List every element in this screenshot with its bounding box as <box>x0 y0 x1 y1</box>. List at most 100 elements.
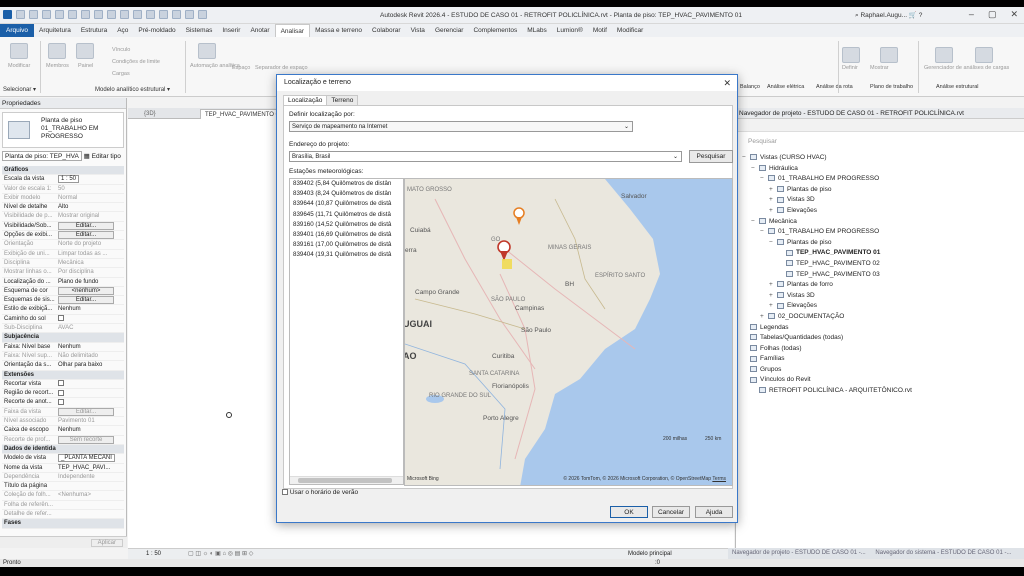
property-edit-button[interactable]: Editar... <box>58 221 114 230</box>
show-icon[interactable] <box>880 47 898 63</box>
property-row[interactable]: Recorte de anot... <box>2 398 124 408</box>
save-icon[interactable] <box>29 10 38 19</box>
weather-station-item[interactable]: 839645 (11,71 Quilômetros de distâ <box>290 210 403 220</box>
ribbon-tab[interactable]: Arquitetura <box>34 24 76 37</box>
switch-windows-icon[interactable] <box>198 10 207 19</box>
property-row[interactable]: Valor de escala 1: 50 <box>2 185 124 194</box>
weather-station-pin-icon[interactable] <box>513 207 525 225</box>
expand-icon[interactable]: + <box>769 280 777 291</box>
ribbon-tab[interactable]: Arquivo <box>0 24 35 37</box>
link-label[interactable]: Vínculo <box>112 47 130 53</box>
browser-tree-item[interactable]: + Plantas de piso <box>736 185 1024 196</box>
ribbon-tab[interactable]: Motif <box>588 24 612 37</box>
modify-icon[interactable] <box>10 43 28 59</box>
ribbon-tab[interactable]: MLabs <box>522 24 552 37</box>
property-row[interactable]: Faixa: Nível base Nenhum <box>2 343 124 352</box>
property-edit-button[interactable]: Sem recorte <box>58 435 114 444</box>
property-row[interactable]: Exibir modelo Normal <box>2 194 124 204</box>
location-map[interactable]: MATO GROSSO Salvador Cuiabá GO MINAS GER… <box>404 178 733 486</box>
property-row[interactable]: Escala da vista 1 : 50 <box>2 175 124 185</box>
property-edit-button[interactable]: Editar... <box>58 407 114 416</box>
collapse-icon[interactable]: − <box>760 174 768 185</box>
results-navigator-icon[interactable] <box>975 47 993 63</box>
ribbon-tab[interactable]: Inserir <box>217 24 245 37</box>
ribbon-tab[interactable]: Lumion® <box>552 24 588 37</box>
property-row[interactable]: Esquemas de sis... Editar... <box>2 296 124 306</box>
weather-station-item[interactable]: 839403 (8,24 Quilômetros de distân <box>290 189 403 199</box>
ribbon-tab[interactable]: Colaborar <box>367 24 406 37</box>
cart-icon[interactable]: 🛒 <box>909 12 917 19</box>
collapse-icon[interactable]: − <box>769 238 777 249</box>
property-row[interactable]: Opções de exibi... Editar... <box>2 231 124 241</box>
browser-tree-item[interactable]: + Plantas de forro <box>736 280 1024 291</box>
expand-icon[interactable]: + <box>769 195 777 206</box>
user-name[interactable]: ⌕ Raphael.Augu... 🛒 ? <box>855 11 922 20</box>
cancel-button[interactable]: Cancelar <box>652 506 690 518</box>
open-icon[interactable] <box>16 10 25 19</box>
browser-tree-item[interactable]: TEP_HVAC_PAVIMENTO 01 <box>736 248 1024 259</box>
chevron-down-icon[interactable]: ⌄ <box>673 152 678 162</box>
property-row[interactable]: Localização do ... Plano de fundo <box>2 278 124 287</box>
expand-icon[interactable]: + <box>769 291 777 302</box>
property-row[interactable]: Visibilidade/Sob... Editar... <box>2 221 124 232</box>
property-row[interactable]: Detalhe de refer... <box>2 510 124 520</box>
collapse-icon[interactable]: − <box>760 227 768 238</box>
analytical-automation-icon[interactable] <box>198 43 216 59</box>
analytical-model-group[interactable]: Modelo analítico estrutural ▾ <box>95 86 170 93</box>
property-row[interactable]: Nível de detalhe Alto <box>2 203 124 213</box>
ribbon-tab[interactable]: Pré-moldado <box>133 24 180 37</box>
browser-tree-item[interactable]: TEP_HVAC_PAVIMENTO 03 <box>736 270 1024 281</box>
property-edit-button[interactable]: <nenhum> <box>58 286 114 295</box>
tab-site[interactable]: Terreno <box>326 95 359 105</box>
property-section[interactable]: Fases <box>2 519 124 529</box>
browser-tree-item[interactable]: Folhas (todas) <box>736 344 1024 355</box>
property-row[interactable]: Sub-Disciplina AVAC <box>2 324 124 334</box>
edit-type-button[interactable]: ▦ Editar tipo <box>84 153 121 160</box>
ribbon-tab[interactable]: Gerenciar <box>430 24 469 37</box>
define-location-select[interactable]: Serviço de mapeamento na Internet ⌄ <box>289 121 633 132</box>
collapse-icon[interactable]: − <box>751 164 759 175</box>
property-edit-button[interactable]: Editar... <box>58 231 114 240</box>
property-row[interactable]: Nível associado Pavimento 01 <box>2 417 124 427</box>
panel-icon[interactable] <box>76 43 94 59</box>
location-pin-icon[interactable] <box>497 240 511 261</box>
help-icon[interactable]: ? <box>919 12 923 19</box>
define-icon[interactable] <box>842 47 860 63</box>
collapse-icon[interactable]: − <box>751 217 759 228</box>
select-group[interactable]: Selecionar ▾ <box>3 86 36 93</box>
dst-checkbox[interactable] <box>282 489 288 496</box>
browser-tree-item[interactable]: TEP_HVAC_PAVIMENTO 02 <box>736 259 1024 270</box>
property-row[interactable]: Orientação Norte do projeto <box>2 240 124 250</box>
browser-tree-item[interactable]: Legendas <box>736 323 1024 334</box>
property-row[interactable]: Caixa de escopo Nenhum <box>2 426 124 436</box>
property-section[interactable]: Subjacência <box>2 333 124 343</box>
property-row[interactable]: Faixa: Nível sup... Não delimitado <box>2 352 124 362</box>
revit-logo-icon[interactable] <box>3 10 12 19</box>
address-input[interactable]: Brasília, Brasil ⌄ <box>289 151 682 162</box>
ribbon-tab[interactable]: Aço <box>112 24 133 37</box>
apply-button[interactable]: Aplicar <box>90 539 123 547</box>
print-icon[interactable] <box>81 10 90 19</box>
browser-tree-item[interactable]: + Vistas 3D <box>736 291 1024 302</box>
property-section[interactable]: Extensões <box>2 370 124 380</box>
property-checkbox[interactable] <box>58 398 64 405</box>
tab-floor-plan[interactable]: TEP_HVAC_PAVIMENTO 01 <box>200 109 288 119</box>
expand-icon[interactable]: + <box>769 206 777 217</box>
browser-tree-item[interactable]: + Vistas 3D <box>736 195 1024 206</box>
collapse-icon[interactable]: − <box>742 153 750 164</box>
weather-station-item[interactable]: 839160 (14,52 Quilômetros de distâ <box>290 220 403 230</box>
property-row[interactable]: Disciplina Mecânica <box>2 259 124 269</box>
property-row[interactable]: Título da página <box>2 482 124 492</box>
property-edit-button[interactable]: Editar... <box>58 296 114 305</box>
measure-icon[interactable] <box>94 10 103 19</box>
property-row[interactable]: Caminho do sol <box>2 315 124 325</box>
ribbon-tab[interactable]: Sistemas <box>181 24 218 37</box>
property-row[interactable]: Região de recort... <box>2 389 124 399</box>
property-section[interactable]: Gráficos <box>2 166 124 176</box>
weather-station-item[interactable]: 839161 (17,00 Quilômetros de distâ <box>290 240 403 250</box>
ribbon-tab[interactable]: Analisar <box>274 24 311 37</box>
dimension-icon[interactable] <box>107 10 116 19</box>
load-analysis-manager-icon[interactable] <box>935 47 953 63</box>
thin-lines-icon[interactable] <box>172 10 181 19</box>
property-row[interactable]: Recortar vista <box>2 380 124 390</box>
